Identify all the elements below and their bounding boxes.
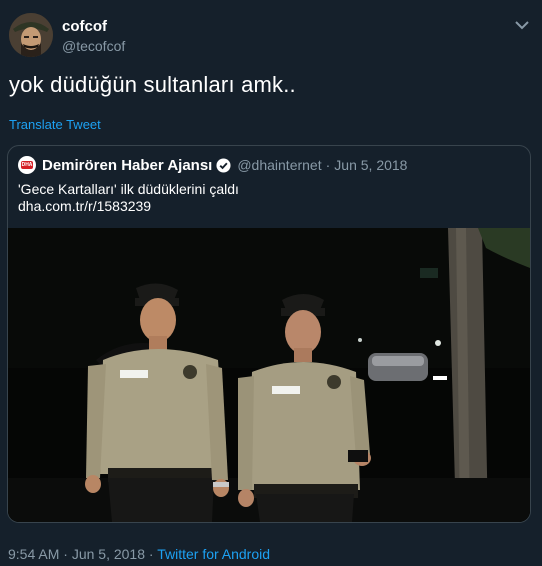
quoted-date: Jun 5, 2018 [334, 157, 408, 173]
dha-logo-text: DHA [21, 162, 33, 168]
quoted-tweet-photo[interactable] [8, 228, 530, 522]
tweet-source[interactable]: Twitter for Android [157, 546, 270, 562]
footer-separator: · [145, 546, 158, 562]
footer-separator: · [59, 546, 72, 562]
verified-badge-icon [216, 157, 231, 173]
chevron-down-icon[interactable] [514, 18, 530, 30]
tweet-text: yok düdüğün sultanları amk.. [9, 72, 296, 97]
avatar[interactable] [9, 13, 53, 57]
quoted-account-name: Demirören Haber Ajansı [42, 156, 213, 174]
tweet-time[interactable]: 9:54 AM [8, 546, 59, 562]
tweet-date[interactable]: Jun 5, 2018 [72, 546, 145, 562]
translate-tweet-link[interactable]: Translate Tweet [9, 117, 101, 132]
quoted-handle: @dhainternet [237, 157, 322, 173]
dha-logo: DHA [18, 156, 36, 174]
user-handle[interactable]: @tecofcof [62, 38, 125, 54]
tweet-footer: 9:54 AM · Jun 5, 2018 · Twitter for Andr… [8, 546, 270, 562]
quoted-tweet-text: 'Gece Kartalları' ilk düdüklerini çaldı [18, 181, 239, 197]
photo-night-officers [8, 228, 530, 522]
quoted-tweet-header: DHA Demirören Haber Ajansı @dhainternet … [18, 156, 407, 174]
display-name[interactable]: cofcof [62, 18, 107, 35]
quoted-tweet[interactable]: DHA Demirören Haber Ajansı @dhainternet … [7, 145, 531, 523]
quoted-tweet-link[interactable]: dha.com.tr/r/1583239 [18, 198, 151, 214]
avatar-image [9, 13, 53, 57]
quoted-separator: · [325, 157, 331, 173]
